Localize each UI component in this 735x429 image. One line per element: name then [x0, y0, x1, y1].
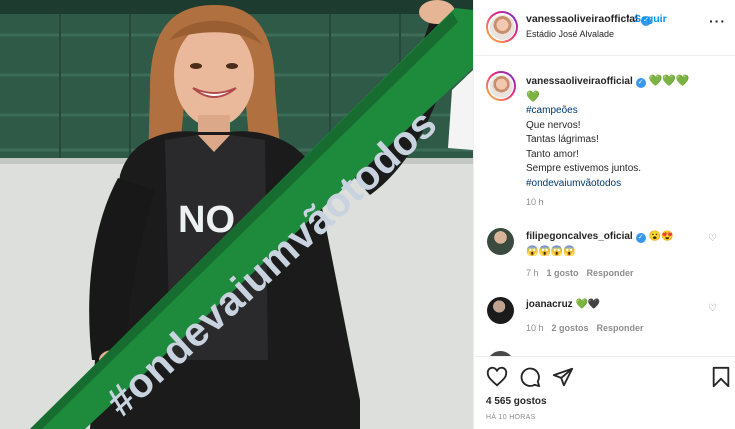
caption-time[interactable]: 10 h — [526, 197, 544, 207]
caption-hearts: 💚💚💚 — [648, 75, 690, 87]
comment-item: joanacruz 💚🖤 — [526, 299, 600, 310]
share-icon[interactable] — [552, 366, 574, 388]
verified-badge-icon: ✓ — [635, 233, 646, 243]
caption-line: Que nervos! — [526, 119, 581, 131]
reply-button[interactable]: Responder — [587, 268, 634, 278]
location-link[interactable]: Estádio José Alvalade — [526, 29, 614, 39]
header-avatar[interactable] — [486, 11, 518, 43]
caption-line: Sempre estivemos juntos. — [526, 163, 642, 174]
caption-line: Tantas lágrimas! — [526, 134, 599, 145]
header-username[interactable]: vanessaoliveiraofficial ✓ — [526, 13, 652, 26]
comment-like-heart-icon[interactable]: ♡ — [708, 233, 717, 244]
comment-time[interactable]: 7 h — [526, 268, 539, 278]
comment-icon[interactable] — [519, 366, 541, 388]
comment-username[interactable]: joanacruz — [526, 299, 573, 310]
verified-badge-icon: ✓ — [635, 78, 646, 88]
post-footer: 4 565 gostos HÁ 10 HORAS — [474, 356, 735, 429]
hashtag-ondevaiumvaotodos[interactable]: #ondevaiumvãotodos — [526, 177, 721, 192]
posted-time[interactable]: HÁ 10 HORAS — [486, 414, 536, 421]
header-separator: • — [626, 12, 630, 23]
more-options-icon[interactable]: ··· — [709, 13, 726, 29]
post-header: vanessaoliveiraofficial ✓ • Seguir Estádi… — [474, 0, 735, 56]
post-photo[interactable]: NO #ondevaiumvãotodos — [0, 0, 473, 429]
post-sidebar: vanessaoliveiraofficial ✓ • Seguir Estádi… — [473, 0, 735, 429]
caption: vanessaoliveiraofficial ✓ 💚💚💚 💚 #campeões… — [526, 74, 721, 191]
caption-heart-line: 💚 — [526, 90, 540, 103]
comment-time[interactable]: 10 h — [526, 323, 544, 333]
comment-likes[interactable]: 1 gosto — [547, 268, 579, 278]
comment-likes[interactable]: 2 gostos — [552, 323, 589, 333]
follow-button[interactable]: Seguir — [634, 13, 667, 25]
comment-meta: 7 h 1 gosto Responder — [526, 268, 634, 278]
hashtag-campeoes[interactable]: #campeões — [526, 104, 721, 119]
caption-avatar[interactable] — [486, 71, 516, 101]
reply-button[interactable]: Responder — [597, 323, 644, 333]
header-username-text[interactable]: vanessaoliveiraofficial — [526, 13, 638, 25]
comment-text: 💚🖤 — [575, 299, 601, 310]
caption-username[interactable]: vanessaoliveiraofficial — [526, 76, 633, 87]
comment-avatar[interactable] — [487, 297, 514, 324]
comments-list[interactable]: vanessaoliveiraofficial ✓ 💚💚💚 💚 #campeões… — [474, 56, 735, 356]
photo-illustration: NO #ondevaiumvãotodos — [0, 0, 473, 429]
bookmark-icon[interactable] — [710, 366, 732, 388]
heart-icon[interactable] — [486, 366, 508, 388]
caption-line: Tanto amor! — [526, 148, 579, 160]
instagram-post-view: NO #ondevaiumvãotodos vanessaoliveiraoff… — [0, 0, 735, 429]
comment-text: 😮😍 — [648, 231, 674, 242]
comment-meta: 10 h 2 gostos Responder — [526, 323, 644, 333]
comment-item: filipegoncalves_oficial ✓ 😮😍 😱😱😱😱 — [526, 229, 701, 259]
likes-count[interactable]: 4 565 gostos — [486, 396, 547, 407]
comment-username[interactable]: filipegoncalves_oficial — [526, 231, 633, 242]
comment-avatar[interactable] — [487, 228, 514, 255]
comment-text: 😱😱😱😱 — [526, 246, 576, 257]
comment-like-heart-icon[interactable]: ♡ — [708, 303, 717, 314]
